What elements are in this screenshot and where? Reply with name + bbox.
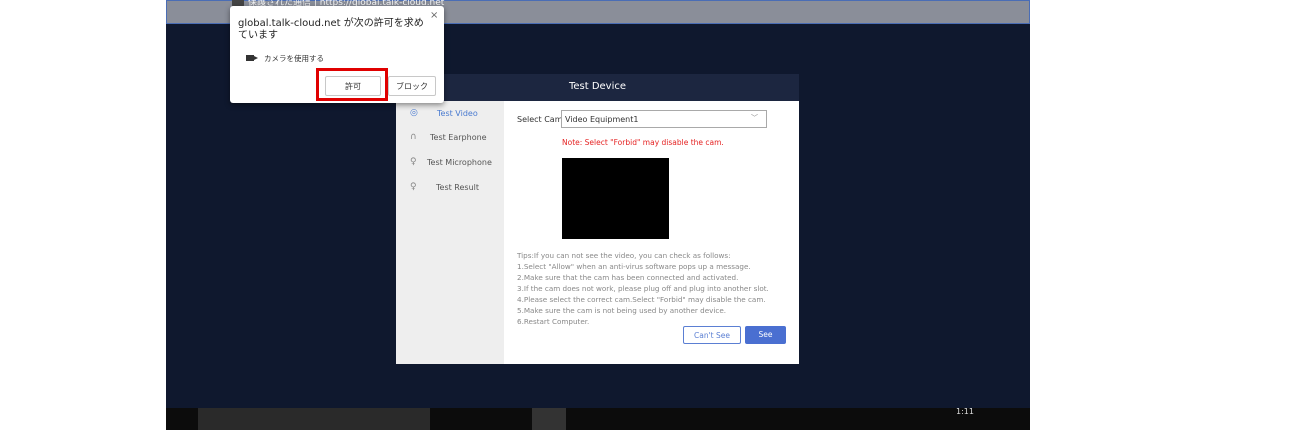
permission-popup-title: global.talk-cloud.net が次の許可を求めています xyxy=(238,18,424,41)
video-camera-icon xyxy=(246,55,258,61)
sidebar-item-test-video[interactable]: Test Video xyxy=(437,109,478,118)
block-button[interactable]: ブロック xyxy=(388,76,436,96)
sidebar-item-test-result[interactable]: Test Result xyxy=(436,183,479,192)
tip-line: 4.Please select the correct cam.Select "… xyxy=(517,295,766,304)
taskbar-clock: 1:11 xyxy=(956,407,974,416)
see-button[interactable]: See xyxy=(745,326,786,344)
result-icon: ♀ xyxy=(410,182,417,192)
tip-line: 5.Make sure the cam is not being used by… xyxy=(517,306,727,315)
highlight-annotation xyxy=(316,68,388,101)
taskbar-app-icon[interactable] xyxy=(532,408,566,430)
taskbar-search[interactable] xyxy=(198,408,430,430)
close-icon[interactable]: × xyxy=(430,10,438,21)
forbid-note: Note: Select "Forbid" may disable the ca… xyxy=(562,138,724,147)
troubleshooting-tips: Tips:If you can not see the video, you c… xyxy=(517,250,797,327)
sidebar-item-test-microphone[interactable]: Test Microphone xyxy=(427,158,492,167)
cant-see-button[interactable]: Can't See xyxy=(683,326,741,344)
camera-select-value[interactable]: Video Equipment1 xyxy=(565,115,638,124)
tip-line: Tips:If you can not see the video, you c… xyxy=(517,251,731,260)
chevron-down-icon[interactable]: ﹀ xyxy=(751,113,758,123)
tip-line: 2.Make sure that the cam has been connec… xyxy=(517,273,739,282)
sidebar-item-test-earphone[interactable]: Test Earphone xyxy=(430,133,487,142)
tip-line: 3.If the cam does not work, please plug … xyxy=(517,284,769,293)
dialog-title: Test Device xyxy=(568,81,627,92)
permission-description: カメラを使用する xyxy=(264,54,324,63)
tip-line: 1.Select "Allow" when an anti-virus soft… xyxy=(517,262,751,271)
microphone-icon: ♀ xyxy=(410,157,417,167)
video-preview xyxy=(562,158,669,239)
select-cam-label: Select Cam xyxy=(517,115,563,124)
headphones-icon: ∩ xyxy=(410,132,417,142)
webcam-icon: ◎ xyxy=(410,108,418,118)
